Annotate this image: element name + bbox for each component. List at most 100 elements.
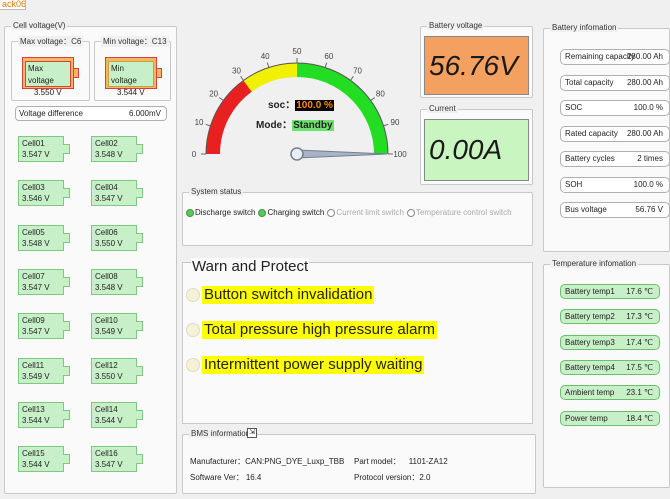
temperature-value: 17.3 ℃ — [626, 312, 653, 322]
gauge-tick-label: 90 — [391, 118, 400, 127]
min-voltage-label: Min voltage：C13 — [101, 36, 169, 47]
part-model-label: Part model： — [354, 457, 401, 466]
cell-name: Cell02 — [95, 139, 118, 148]
gauge-tick-label: 70 — [353, 67, 362, 76]
warn-title: Warn and Protect — [191, 258, 310, 275]
protocol-version-value: 2.0 — [419, 473, 431, 482]
switch-4[interactable]: Temperature control switch — [406, 208, 512, 217]
cell-14: Cell14 3.544 V — [91, 401, 143, 428]
cell-terminal — [63, 454, 70, 465]
cell-name: Cell15 — [22, 449, 45, 459]
radio-off-icon — [406, 208, 415, 217]
battery-info-value: 100.0 % — [633, 179, 663, 189]
cell-name: Cell04 — [95, 183, 118, 193]
gauge-tick — [370, 97, 375, 101]
temperature-row: Battery temp1 17.6 ℃ — [560, 284, 660, 299]
gauge-red-band — [206, 80, 252, 155]
switch-2[interactable]: Charging switch — [258, 208, 324, 217]
cell-value: 3.550 V — [95, 371, 123, 381]
part-model-row: Part model： 1101-ZA12 — [354, 456, 448, 467]
cell-11: Cell11 3.549 V — [18, 357, 70, 384]
cell-6: Cell06 3.550 V — [91, 224, 143, 251]
cell-terminal — [63, 188, 70, 199]
cell-terminal — [63, 276, 70, 287]
cell-voltage-panel: Cell voltage(V) Max voltage：C6 Max volta… — [4, 21, 177, 494]
battery-info-value: 56.76 V — [635, 205, 663, 214]
cell-12: Cell12 3.550 V — [91, 357, 143, 384]
manufacturer-row: Manufacturer：CAN:PNG_DYE_Luxp_TBB — [190, 456, 344, 467]
cell-10: Cell10 3.549 V — [91, 313, 143, 340]
tab-title[interactable]: ack06 — [0, 0, 26, 10]
cell-terminal — [136, 232, 143, 243]
protocol-version-label: Protocol version： — [354, 473, 420, 482]
voltage-difference-label: Voltage difference — [19, 109, 83, 118]
switch-1[interactable]: Discharge switch — [186, 208, 255, 217]
cell-13: Cell13 3.544 V — [18, 401, 70, 428]
cell-name: Cell16 — [95, 449, 118, 459]
voltage-difference-row: Voltage difference 6.000mV — [15, 106, 167, 121]
cell-value: 3.544 V — [22, 415, 50, 425]
gauge-tick — [219, 97, 224, 101]
cell-name: Cell01 — [22, 139, 45, 148]
gauge-hub — [290, 147, 304, 161]
temperature-label: Battery temp3 — [565, 337, 615, 347]
battery-info-value: 100.0 % — [633, 103, 663, 112]
gauge-tick — [240, 76, 244, 81]
cell-terminal — [136, 188, 143, 199]
battery-info-row: Battery cycles 2 times — [560, 151, 670, 167]
warn-item: Total pressure high pressure alarm — [186, 319, 437, 341]
temperature-label: Battery temp1 — [565, 287, 615, 296]
battery-info-row: Remaining capacity 280.00 Ah — [560, 49, 670, 65]
gauge-needle — [296, 149, 388, 159]
cell-name: Cell14 — [95, 404, 118, 414]
switch-row: Discharge switch Charging switch Current l… — [186, 208, 515, 219]
manufacturer-value: CAN:PNG_DYE_Luxp_TBB — [245, 457, 345, 466]
cell-name: Cell13 — [22, 404, 45, 414]
cell-value: 3.547 V — [95, 460, 123, 470]
battery-voltage-panel: Battery voltage 56.76V — [420, 21, 533, 98]
battery-info-value: 280.00 Ah — [626, 77, 663, 87]
battery-info-row: Total capacity 280.00 Ah — [560, 74, 670, 91]
temperature-value: 17.5 ℃ — [626, 362, 653, 372]
cell-terminal — [136, 321, 143, 332]
radio-off-icon — [327, 208, 336, 217]
cell-value: 3.547 V — [95, 194, 123, 204]
cell-name: Cell08 — [95, 271, 118, 281]
cell-name: Cell10 — [95, 316, 118, 326]
warn-text: Button switch invalidation — [202, 286, 375, 304]
cell-voltage-title: Cell voltage(V) — [11, 21, 68, 30]
radio-on-icon — [186, 208, 194, 217]
gauge-green-band — [296, 63, 388, 155]
battery-info-row: Bus voltage 56.76 V — [560, 202, 670, 218]
cell-16: Cell16 3.547 V — [91, 446, 143, 473]
switch-3[interactable]: Current limit switch — [327, 208, 404, 217]
temperature-label: Battery temp2 — [565, 312, 615, 322]
cell-name: Cell05 — [22, 227, 45, 237]
switch-label: Charging switch — [267, 208, 325, 217]
edit-icon[interactable]: ⇲ — [247, 428, 257, 438]
cell-value: 3.547 V — [22, 327, 50, 337]
current-display: 0.00A — [424, 119, 529, 181]
max-voltage-box: Max voltage：C6 Max voltage 3.550 V — [11, 36, 90, 101]
cell-value: 3.548 V — [95, 150, 123, 159]
battery-voltage-title: Battery voltage — [427, 21, 485, 30]
cell-value: 3.548 V — [95, 282, 123, 292]
battery-info-value: 2 times — [637, 154, 663, 163]
switch-label: Current limit switch — [336, 208, 404, 217]
battery-info-value: 280.00 Ah — [626, 128, 663, 138]
switch-label: Temperature control switch — [415, 208, 512, 217]
warn-indicator-icon — [186, 358, 200, 372]
mode-row: Mode：Standby — [256, 116, 334, 131]
battery-info-title: Battery infomation — [550, 23, 619, 32]
manufacturer-label: Manufacturer： — [190, 457, 246, 466]
max-voltage-label: Max voltage：C6 — [18, 36, 84, 47]
cell-name: Cell12 — [95, 360, 118, 370]
mode-label: Mode： — [256, 120, 293, 131]
cell-value: 3.547 V — [22, 282, 50, 292]
battery-info-label: Total capacity — [565, 77, 614, 87]
cell-terminal — [136, 409, 143, 420]
temperature-info-panel: Temperature infomation Battery temp1 17.6… — [543, 259, 670, 488]
cell-terminal — [63, 232, 70, 243]
cell-value: 3.544 V — [22, 460, 50, 470]
gauge-tick-label: 50 — [293, 47, 302, 56]
